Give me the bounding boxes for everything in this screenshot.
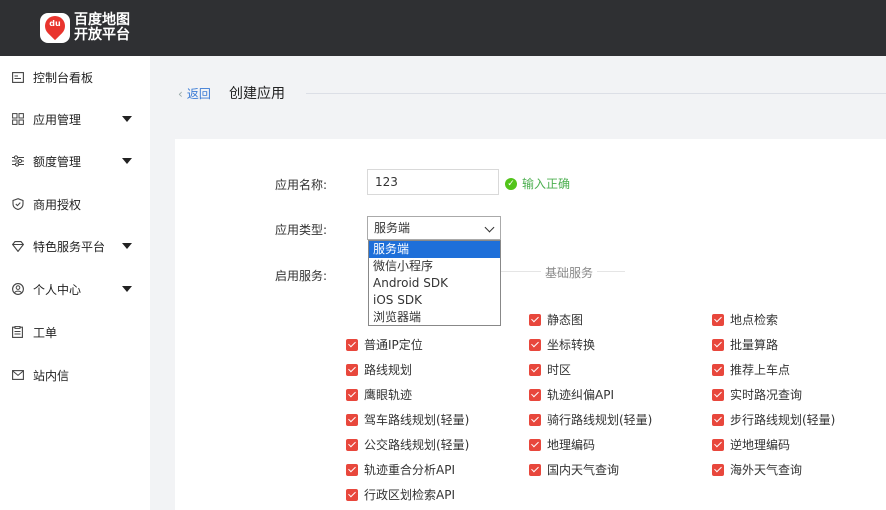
service-checkbox[interactable]: 静态图 [529,311,583,328]
section-title-basic-services: 基础服务 [541,264,598,281]
app-type-select[interactable]: 服务端 [367,216,501,240]
top-bar: du 百度地图 开放平台 [0,0,886,56]
diamond-icon [11,240,24,253]
service-checkbox[interactable]: 驾车路线规划(轻量) [346,411,469,428]
checkbox-checked-icon [529,338,541,351]
service-checkbox[interactable]: 轨迹重合分析API [346,461,455,478]
check-circle-icon: ✓ [505,177,517,190]
checkbox-checked-icon [712,413,724,426]
service-checkbox[interactable]: 地点检索 [712,311,778,328]
app-name-input[interactable]: 123 [367,169,499,195]
service-checkbox[interactable]: 行政区划检索API [346,486,455,503]
sidebar-item-inbox[interactable]: 站内信 [0,363,150,387]
checkbox-checked-icon [346,488,358,501]
service-checkbox[interactable]: 推荐上车点 [712,361,790,378]
service-checkbox[interactable]: 路线规划 [346,361,412,378]
sidebar-item-personal-center[interactable]: 个人中心 [0,277,150,301]
service-checkbox[interactable]: 步行路线规划(轻量) [712,411,835,428]
title-divider [306,93,886,94]
checkbox-checked-icon [712,363,724,376]
service-checkbox[interactable]: 公交路线规划(轻量) [346,436,469,453]
sidebar-item-label: 工单 [33,325,58,340]
checkbox-checked-icon [346,413,358,426]
service-checkbox[interactable]: 鹰眼轨迹 [346,386,412,403]
sidebar-item-label: 特色服务平台 [33,239,106,254]
create-app-form: 应用名称: 123 ✓ 输入正确 应用类型: 服务端 启用服务: 基础服务 服务… [175,139,886,510]
chevron-left-icon: ‹ [178,87,183,101]
sidebar-item-featured-services[interactable]: 特色服务平台 [0,234,150,258]
checkbox-checked-icon [712,338,724,351]
option-ios-sdk[interactable]: iOS SDK [369,292,500,309]
sidebar-item-label: 站内信 [33,368,70,383]
checkbox-checked-icon [712,438,724,451]
service-checkbox[interactable]: 时区 [529,361,571,378]
service-checkbox[interactable]: 坐标转换 [529,336,595,353]
app-type-label: 应用类型: [275,223,328,237]
logo-badge: du [40,11,70,43]
sidebar-item-label: 应用管理 [33,112,82,127]
checkbox-checked-icon [529,413,541,426]
app-name-label: 应用名称: [275,178,328,192]
checkbox-checked-icon [529,388,541,401]
service-checkbox[interactable]: 国内天气查询 [529,461,619,478]
service-checkbox[interactable]: 地理编码 [529,436,595,453]
grid-icon [11,113,24,126]
baidu-map-logo[interactable]: du 百度地图 开放平台 [40,10,130,46]
checkbox-checked-icon [712,313,724,326]
main-content: ‹ 返回 创建应用 应用名称: 123 ✓ 输入正确 应用类型: 服务端 启用服务… [150,56,886,510]
checkbox-checked-icon [346,388,358,401]
page-title: 创建应用 [229,86,285,102]
option-browser[interactable]: 浏览器端 [369,309,500,326]
service-checkbox[interactable]: 实时路况查询 [712,386,802,403]
checkbox-checked-icon [346,363,358,376]
caret-down-icon [122,158,132,164]
services-label: 启用服务: [275,269,328,283]
shield-icon [11,198,24,211]
checkbox-checked-icon [529,363,541,376]
clipboard-icon [11,326,24,339]
sidebar: 控制台看板 应用管理 额度管理 商用授权 特色服务平台 个人中心 工单 站内信 [0,56,150,510]
caret-down-icon [122,116,132,122]
sidebar-item-label: 控制台看板 [33,70,94,85]
caret-down-icon [122,286,132,292]
sidebar-item-commercial-license[interactable]: 商用授权 [0,192,150,216]
checkbox-checked-icon [346,463,358,476]
logo-text: 百度地图 开放平台 [74,12,130,43]
validation-message: ✓ 输入正确 [505,175,570,192]
back-link[interactable]: ‹ 返回 [178,85,211,102]
option-server[interactable]: 服务端 [369,241,500,258]
sidebar-item-label: 个人中心 [33,282,82,297]
sidebar-item-app-management[interactable]: 应用管理 [0,107,150,131]
service-checkbox[interactable]: 批量算路 [712,336,778,353]
sidebar-item-dashboard[interactable]: 控制台看板 [0,65,150,89]
service-checkbox[interactable]: 骑行路线规划(轻量) [529,411,652,428]
caret-down-icon [122,243,132,249]
app-type-dropdown: 服务端 微信小程序 Android SDK iOS SDK 浏览器端 [368,240,501,326]
mail-icon [11,369,24,382]
checkbox-checked-icon [712,388,724,401]
checkbox-checked-icon [529,463,541,476]
chevron-down-icon [484,222,495,233]
service-checkbox[interactable]: 普通IP定位 [346,336,423,353]
service-checkbox[interactable]: 逆地理编码 [712,436,790,453]
checkbox-checked-icon [346,438,358,451]
user-icon [11,283,24,296]
service-checkbox[interactable]: 轨迹纠偏API [529,386,614,403]
checkbox-checked-icon [346,338,358,351]
checkbox-checked-icon [529,438,541,451]
dashboard-icon [11,71,24,84]
sliders-icon [11,155,24,168]
sidebar-item-tickets[interactable]: 工单 [0,320,150,344]
sidebar-item-label: 商用授权 [33,197,82,212]
sidebar-item-label: 额度管理 [33,154,82,169]
checkbox-checked-icon [712,463,724,476]
service-checkbox[interactable]: 海外天气查询 [712,461,802,478]
option-android-sdk[interactable]: Android SDK [369,275,500,292]
checkbox-checked-icon [529,313,541,326]
back-label: 返回 [186,87,211,101]
sidebar-item-quota-management[interactable]: 额度管理 [0,149,150,173]
option-wechat-miniprogram[interactable]: 微信小程序 [369,258,500,275]
